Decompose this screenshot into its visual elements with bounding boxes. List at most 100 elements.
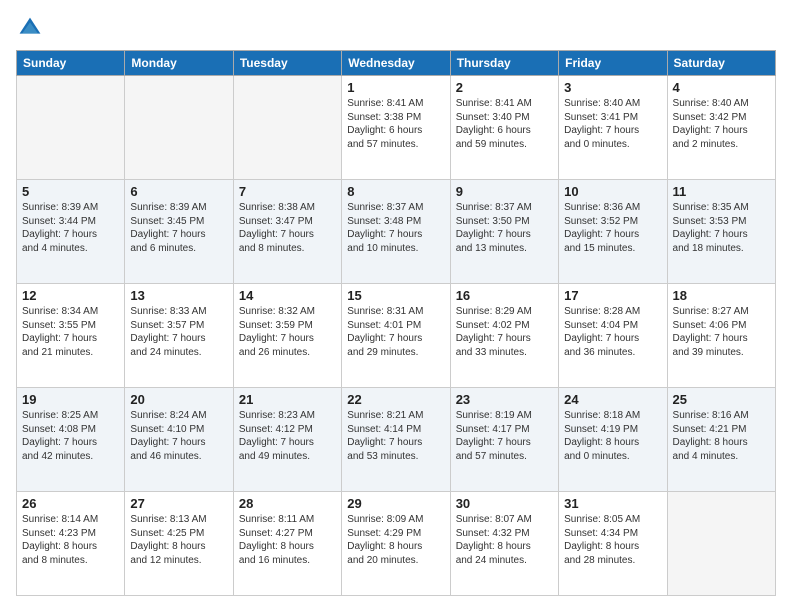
cell-day-number: 5 — [22, 184, 119, 199]
cell-day-number: 15 — [347, 288, 444, 303]
calendar-cell: 26 Sunrise: 8:14 AM Sunset: 4:23 PM Dayli… — [17, 492, 125, 596]
calendar-cell: 6 Sunrise: 8:39 AM Sunset: 3:45 PM Daylig… — [125, 180, 233, 284]
calendar-cell: 28Sunrise: 8:11 AM Sunset: 4:27 PM Dayli… — [233, 492, 341, 596]
cell-day-number: 19 — [22, 392, 119, 407]
cell-day-number: 6 — [130, 184, 227, 199]
cell-info-text: Sunrise: 8:27 AM Sunset: 4:06 PM Dayligh… — [673, 305, 770, 359]
cell-day-number: 30 — [456, 496, 553, 511]
cell-info-text: Sunrise: 8:32 AM Sunset: 3:59 PM Dayligh… — [239, 305, 336, 359]
cell-info-text: Sunrise: 8:25 AM Sunset: 4:08 PM Dayligh… — [22, 409, 119, 463]
cell-day-number: 27 — [130, 496, 227, 511]
calendar-cell: 3 Sunrise: 8:40 AM Sunset: 3:41 PM Daylig… — [559, 76, 667, 180]
calendar-cell: 20Sunrise: 8:24 AM Sunset: 4:10 PM Dayli… — [125, 388, 233, 492]
header — [16, 16, 776, 40]
calendar-cell: 17 Sunrise: 8:28 AM Sunset: 4:04 PM Dayli… — [559, 284, 667, 388]
cell-day-number: 8 — [347, 184, 444, 199]
cell-info-text: Sunrise: 8:07 AM Sunset: 4:32 PM Dayligh… — [456, 513, 553, 567]
cell-day-number: 29 — [347, 496, 444, 511]
cell-day-number: 22 — [347, 392, 444, 407]
cell-day-number: 21 — [239, 392, 336, 407]
logo — [16, 16, 48, 40]
cell-day-number: 3 — [564, 80, 661, 95]
calendar-cell: 18 Sunrise: 8:27 AM Sunset: 4:06 PM Dayli… — [667, 284, 775, 388]
cell-day-number: 4 — [673, 80, 770, 95]
calendar-cell: 9 Sunrise: 8:37 AM Sunset: 3:50 PM Daylig… — [450, 180, 558, 284]
cell-info-text: Sunrise: 8:29 AM Sunset: 4:02 PM Dayligh… — [456, 305, 553, 359]
calendar-cell: 4 Sunrise: 8:40 AM Sunset: 3:42 PM Daylig… — [667, 76, 775, 180]
weekday-header-thursday: Thursday — [450, 51, 558, 76]
cell-info-text: Sunrise: 8:39 AM Sunset: 3:45 PM Dayligh… — [130, 201, 227, 255]
calendar-cell: 2Sunrise: 8:41 AM Sunset: 3:40 PM Daylig… — [450, 76, 558, 180]
cell-day-number: 10 — [564, 184, 661, 199]
cell-day-number: 14 — [239, 288, 336, 303]
calendar-cell — [667, 492, 775, 596]
calendar-cell — [17, 76, 125, 180]
calendar-row-3: 19 Sunrise: 8:25 AM Sunset: 4:08 PM Dayli… — [17, 388, 776, 492]
cell-info-text: Sunrise: 8:37 AM Sunset: 3:48 PM Dayligh… — [347, 201, 444, 255]
cell-info-text: Sunrise: 8:13 AM Sunset: 4:25 PM Dayligh… — [130, 513, 227, 567]
calendar-cell — [125, 76, 233, 180]
cell-day-number: 9 — [456, 184, 553, 199]
weekday-header-saturday: Saturday — [667, 51, 775, 76]
cell-info-text: Sunrise: 8:28 AM Sunset: 4:04 PM Dayligh… — [564, 305, 661, 359]
calendar-cell: 30 Sunrise: 8:07 AM Sunset: 4:32 PM Dayli… — [450, 492, 558, 596]
cell-day-number: 16 — [456, 288, 553, 303]
calendar-cell: 25 Sunrise: 8:16 AM Sunset: 4:21 PM Dayli… — [667, 388, 775, 492]
cell-day-number: 24 — [564, 392, 661, 407]
cell-info-text: Sunrise: 8:21 AM Sunset: 4:14 PM Dayligh… — [347, 409, 444, 463]
calendar-cell: 21 Sunrise: 8:23 AM Sunset: 4:12 PM Dayli… — [233, 388, 341, 492]
cell-info-text: Sunrise: 8:40 AM Sunset: 3:42 PM Dayligh… — [673, 97, 770, 151]
cell-info-text: Sunrise: 8:09 AM Sunset: 4:29 PM Dayligh… — [347, 513, 444, 567]
cell-info-text: Sunrise: 8:16 AM Sunset: 4:21 PM Dayligh… — [673, 409, 770, 463]
cell-info-text: Sunrise: 8:24 AM Sunset: 4:10 PM Dayligh… — [130, 409, 227, 463]
cell-day-number: 17 — [564, 288, 661, 303]
calendar-cell: 11 Sunrise: 8:35 AM Sunset: 3:53 PM Dayli… — [667, 180, 775, 284]
calendar-cell: 24 Sunrise: 8:18 AM Sunset: 4:19 PM Dayli… — [559, 388, 667, 492]
calendar-cell: 5 Sunrise: 8:39 AM Sunset: 3:44 PM Daylig… — [17, 180, 125, 284]
calendar-cell: 1 Sunrise: 8:41 AM Sunset: 3:38 PM Daylig… — [342, 76, 450, 180]
calendar-cell: 23 Sunrise: 8:19 AM Sunset: 4:17 PM Dayli… — [450, 388, 558, 492]
cell-day-number: 28 — [239, 496, 336, 511]
calendar-cell: 16 Sunrise: 8:29 AM Sunset: 4:02 PM Dayli… — [450, 284, 558, 388]
calendar-cell: 10 Sunrise: 8:36 AM Sunset: 3:52 PM Dayli… — [559, 180, 667, 284]
cell-info-text: Sunrise: 8:34 AM Sunset: 3:55 PM Dayligh… — [22, 305, 119, 359]
cell-info-text: Sunrise: 8:38 AM Sunset: 3:47 PM Dayligh… — [239, 201, 336, 255]
cell-day-number: 23 — [456, 392, 553, 407]
cell-info-text: Sunrise: 8:39 AM Sunset: 3:44 PM Dayligh… — [22, 201, 119, 255]
cell-day-number: 18 — [673, 288, 770, 303]
cell-info-text: Sunrise: 8:19 AM Sunset: 4:17 PM Dayligh… — [456, 409, 553, 463]
cell-day-number: 1 — [347, 80, 444, 95]
logo-icon — [18, 16, 42, 40]
calendar-cell: 31Sunrise: 8:05 AM Sunset: 4:34 PM Dayli… — [559, 492, 667, 596]
cell-info-text: Sunrise: 8:37 AM Sunset: 3:50 PM Dayligh… — [456, 201, 553, 255]
calendar-cell: 13 Sunrise: 8:33 AM Sunset: 3:57 PM Dayli… — [125, 284, 233, 388]
calendar-table: SundayMondayTuesdayWednesdayThursdayFrid… — [16, 50, 776, 596]
cell-day-number: 7 — [239, 184, 336, 199]
calendar-cell: 8 Sunrise: 8:37 AM Sunset: 3:48 PM Daylig… — [342, 180, 450, 284]
weekday-header-tuesday: Tuesday — [233, 51, 341, 76]
weekday-header-monday: Monday — [125, 51, 233, 76]
calendar-cell: 29 Sunrise: 8:09 AM Sunset: 4:29 PM Dayli… — [342, 492, 450, 596]
cell-info-text: Sunrise: 8:36 AM Sunset: 3:52 PM Dayligh… — [564, 201, 661, 255]
calendar-row-0: 1 Sunrise: 8:41 AM Sunset: 3:38 PM Daylig… — [17, 76, 776, 180]
calendar-cell: 15 Sunrise: 8:31 AM Sunset: 4:01 PM Dayli… — [342, 284, 450, 388]
cell-info-text: Sunrise: 8:33 AM Sunset: 3:57 PM Dayligh… — [130, 305, 227, 359]
cell-info-text: Sunrise: 8:31 AM Sunset: 4:01 PM Dayligh… — [347, 305, 444, 359]
cell-info-text: Sunrise: 8:40 AM Sunset: 3:41 PM Dayligh… — [564, 97, 661, 151]
calendar-cell: 19 Sunrise: 8:25 AM Sunset: 4:08 PM Dayli… — [17, 388, 125, 492]
cell-info-text: Sunrise: 8:14 AM Sunset: 4:23 PM Dayligh… — [22, 513, 119, 567]
cell-info-text: Sunrise: 8:35 AM Sunset: 3:53 PM Dayligh… — [673, 201, 770, 255]
cell-day-number: 26 — [22, 496, 119, 511]
cell-day-number: 11 — [673, 184, 770, 199]
cell-day-number: 2 — [456, 80, 553, 95]
weekday-header-wednesday: Wednesday — [342, 51, 450, 76]
cell-day-number: 31 — [564, 496, 661, 511]
weekday-header-friday: Friday — [559, 51, 667, 76]
cell-info-text: Sunrise: 8:23 AM Sunset: 4:12 PM Dayligh… — [239, 409, 336, 463]
cell-day-number: 25 — [673, 392, 770, 407]
cell-day-number: 13 — [130, 288, 227, 303]
page: SundayMondayTuesdayWednesdayThursdayFrid… — [0, 0, 792, 612]
cell-info-text: Sunrise: 8:18 AM Sunset: 4:19 PM Dayligh… — [564, 409, 661, 463]
cell-info-text: Sunrise: 8:41 AM Sunset: 3:38 PM Dayligh… — [347, 97, 444, 151]
weekday-header-sunday: Sunday — [17, 51, 125, 76]
